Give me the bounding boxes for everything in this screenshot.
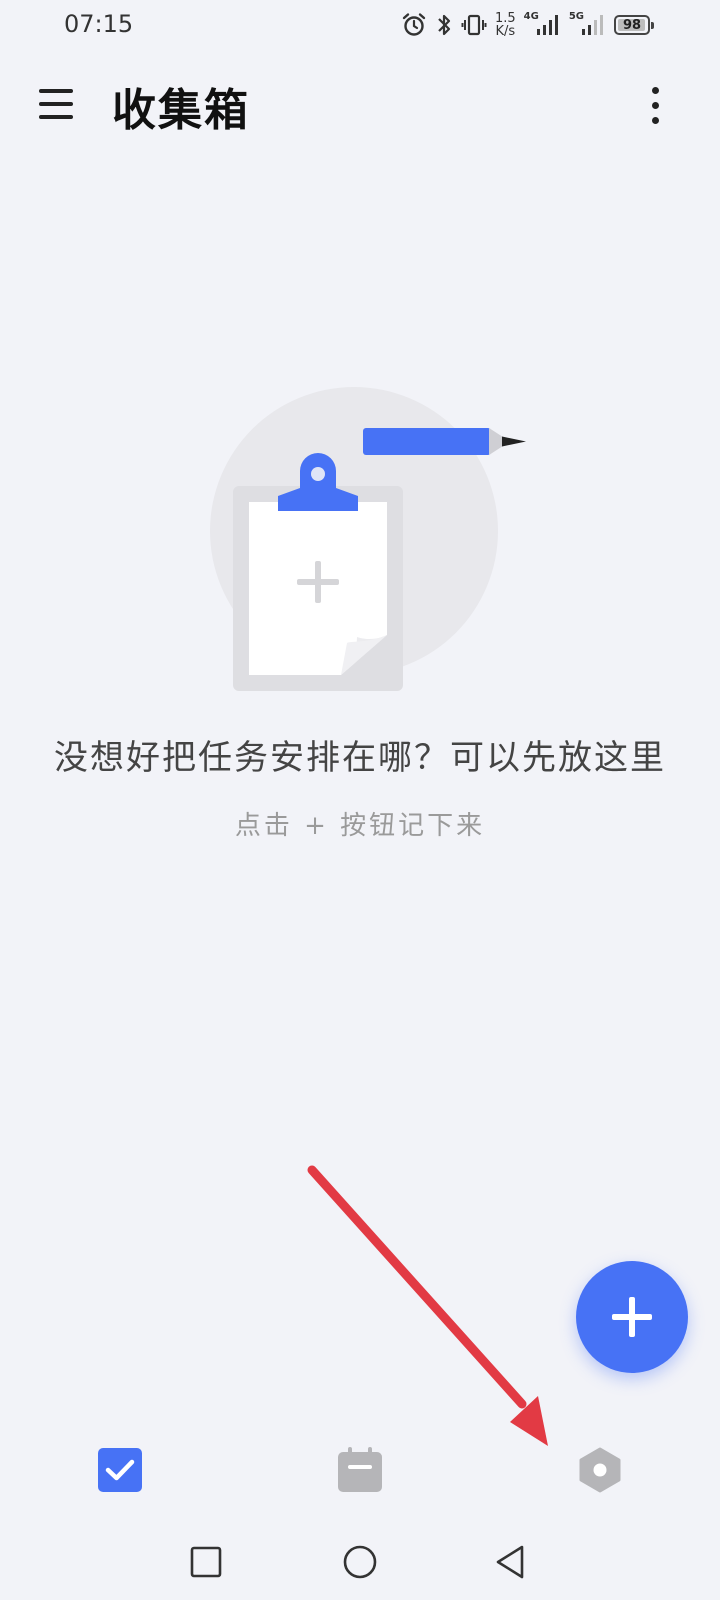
pencil-icon	[363, 428, 526, 455]
signal-4g-label: 4G	[523, 10, 539, 22]
signal-4g-icon: 4G	[523, 10, 561, 37]
more-vertical-icon[interactable]	[630, 80, 680, 130]
nav-calendar-tab[interactable]	[300, 1420, 420, 1520]
add-task-button[interactable]	[576, 1261, 688, 1373]
network-speed: 1.5 K/s	[495, 12, 516, 38]
nav-tasks-tab[interactable]	[60, 1420, 180, 1520]
checkbox-checked-icon	[98, 1448, 142, 1492]
status-time: 07:15	[64, 10, 134, 38]
status-bar: 07:15 1.5 K/s 4G 5G 98	[0, 0, 720, 50]
signal-5g-icon: 5G	[568, 10, 606, 37]
battery-icon: 98	[614, 15, 654, 35]
empty-state-hint: 点击 + 按钮记下来	[234, 811, 486, 841]
empty-state-title: 没想好把任务安排在哪？可以先放这里	[54, 738, 666, 778]
plus-icon	[612, 1297, 652, 1337]
calendar-icon	[338, 1447, 382, 1492]
bluetooth-icon	[435, 12, 453, 38]
recent-apps-icon[interactable]	[176, 1532, 236, 1592]
hamburger-menu-icon[interactable]	[30, 78, 82, 130]
status-icons: 1.5 K/s 4G 5G 98	[401, 8, 654, 42]
net-speed-unit: K/s	[495, 24, 516, 39]
app-bar: 收集箱	[0, 60, 720, 150]
home-icon[interactable]	[330, 1532, 390, 1592]
signal-5g-label: 5G	[568, 10, 584, 22]
vibrate-icon	[461, 12, 487, 38]
back-icon[interactable]	[480, 1532, 540, 1592]
nav-settings-tab[interactable]	[540, 1420, 660, 1520]
settings-hexagon-icon	[579, 1447, 621, 1493]
alarm-icon	[401, 12, 427, 38]
system-nav-bar	[0, 1520, 720, 1600]
battery-level: 98	[622, 17, 642, 33]
clipboard-pencil-illustration	[200, 385, 540, 705]
bottom-nav	[0, 1420, 720, 1520]
page-title: 收集箱	[112, 85, 250, 136]
